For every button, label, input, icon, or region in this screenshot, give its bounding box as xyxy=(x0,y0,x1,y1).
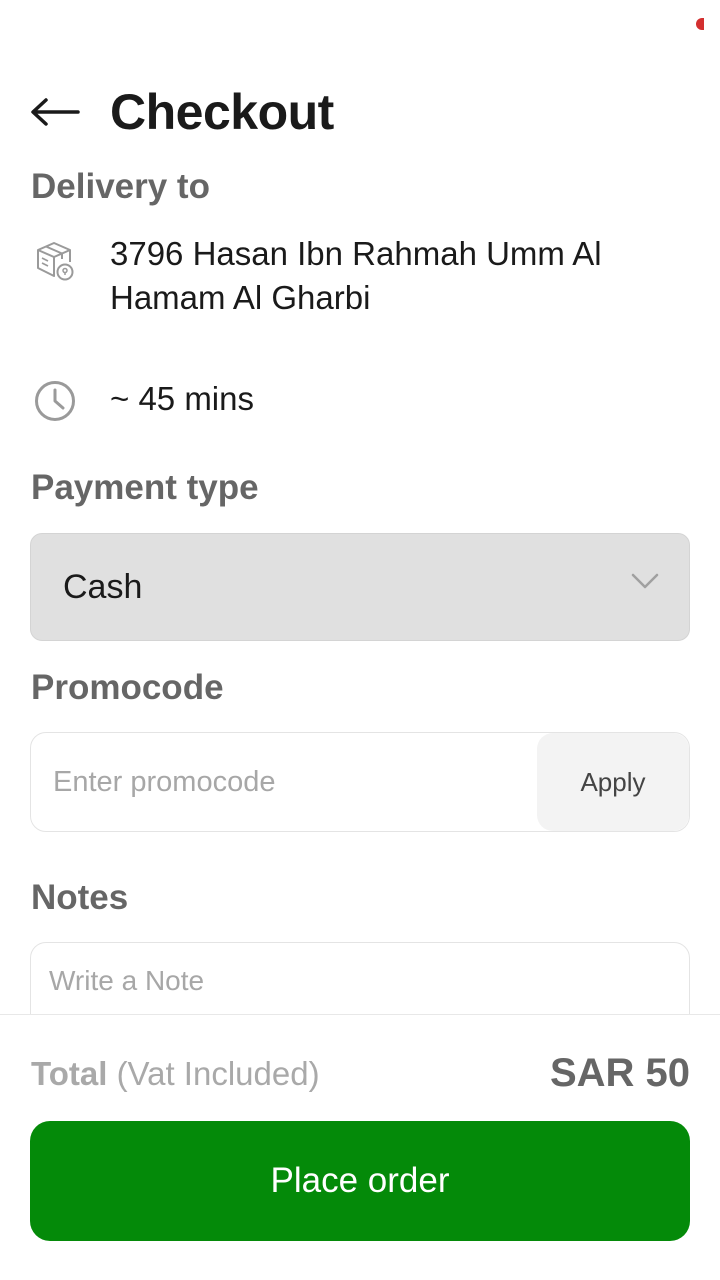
eta-row: ~ 45 mins xyxy=(30,376,690,426)
status-indicator xyxy=(696,18,704,30)
address-line-2: Hamam Al Gharbi xyxy=(110,279,371,316)
apply-button[interactable]: Apply xyxy=(537,733,689,831)
delivery-address-row: 3796 Hasan Ibn Rahmah Umm Al Hamam Al Gh… xyxy=(30,235,690,326)
notes-input[interactable] xyxy=(49,965,671,997)
promocode-label: Promocode xyxy=(31,668,224,707)
place-order-button[interactable]: Place order xyxy=(30,1121,690,1241)
address-line-1: 3796 Hasan Ibn Rahmah Umm Al xyxy=(110,235,602,272)
checkout-footer: Total (Vat Included) SAR 50 Place order xyxy=(0,1014,720,1280)
payment-type-value: Cash xyxy=(63,567,143,606)
total-label: Total (Vat Included) xyxy=(31,1055,320,1093)
arrow-left-icon xyxy=(31,98,80,126)
promocode-input[interactable] xyxy=(31,733,537,831)
header: Checkout xyxy=(30,82,690,142)
clock-icon xyxy=(30,376,80,426)
payment-type-label: Payment type xyxy=(31,468,259,507)
total-label-text: Total xyxy=(31,1055,108,1092)
payment-type-select[interactable]: Cash xyxy=(30,533,690,641)
page-title: Checkout xyxy=(110,84,334,140)
chevron-down-icon xyxy=(631,573,659,589)
vat-included-text: (Vat Included) xyxy=(116,1055,320,1092)
checkout-screen: Checkout Delivery to 3796 Hasan Ibn Rahm… xyxy=(0,0,720,1280)
delivery-label: Delivery to xyxy=(31,167,210,206)
delivery-box-icon xyxy=(30,236,80,286)
back-button[interactable] xyxy=(30,82,84,142)
eta-text: ~ 45 mins xyxy=(110,380,254,417)
notes-label: Notes xyxy=(31,878,129,917)
total-amount: SAR 50 xyxy=(549,1051,690,1095)
promocode-field: Apply xyxy=(30,732,690,832)
delivery-address: 3796 Hasan Ibn Rahmah Umm Al Hamam Al Gh… xyxy=(110,232,602,320)
